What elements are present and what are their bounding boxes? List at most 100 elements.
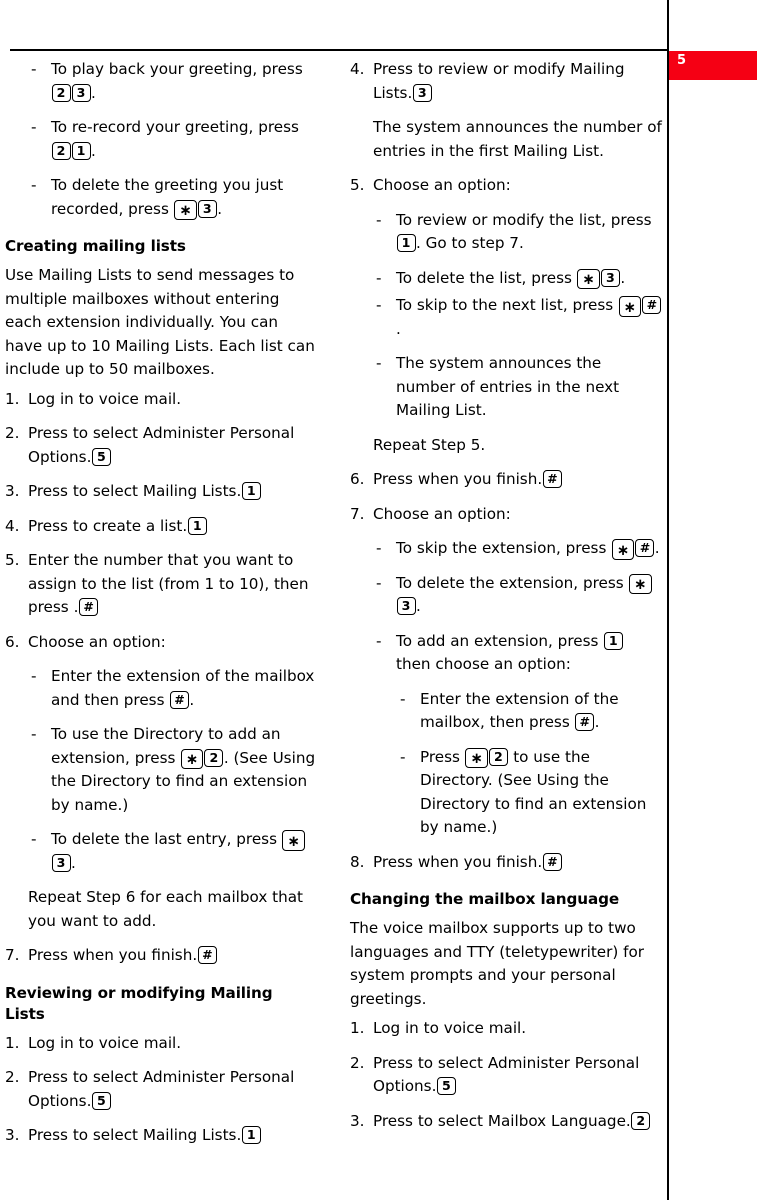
step-continuation-system-announces-first: The system announces the number of entri… [373,118,662,160]
text-run: To add an extension, press [396,631,604,650]
text-run: To skip the extension, [396,539,561,557]
numbered-step-review-step-1: 1. Log in to voice mail. [5,1032,317,1056]
text-run: press [572,296,619,314]
key-3-icon: 3 [412,83,432,102]
numbered-step-review-step-3: 3. Press to select Mailing Lists. 1 [5,1124,317,1148]
key-star-icon: ∗ [174,199,197,220]
key-star-icon: ∗ [629,573,652,594]
numbered-step-create-step-7: 7. Press when you finish. # [5,944,317,968]
text-run: press [582,573,629,592]
paragraph-mailbox-language-intro: The voice mailbox supports up to two lan… [350,919,645,1008]
text-run: when you finish. [72,946,198,964]
text-run: To use the Directory to add an [51,725,281,743]
bullet-item-enter-extension-mailbox: - Enter the extension of the mailbox and … [5,665,317,712]
step-number: 7. [350,504,365,523]
key-3-icon: 3 [51,853,71,872]
page-number: 5 [677,53,687,68]
numbered-step-create-step-3: 3. Press to select Mailing Lists. 1 [5,480,317,504]
text-run: Press [28,516,73,535]
numbered-step-review-step-6: 6. Press when you finish. # [350,468,662,492]
numbered-step-create-step-6: 6. Choose an option: [5,631,317,655]
key-pound-icon: # [542,852,562,871]
key-pound-icon: # [78,598,98,616]
text-run: to select Mailing Lists. [72,482,242,500]
text-run: To skip to the next list, [396,296,568,314]
text-run: press [262,60,303,78]
text-run: . [91,83,96,102]
key-2-icon: 2 [488,747,508,766]
key-1-icon: 1 [396,234,416,252]
step-number: 2. [5,1068,20,1086]
numbered-step-review-step-8: 8. Press when you finish. # [350,851,662,875]
numbered-step-review-step-2: 2. Press to select Administer Personal Op… [5,1066,317,1113]
bullet-item-review-or-modify-list: - To review or modify the list, press 1. … [350,209,662,256]
text-run: To review or modify the list, [396,210,606,229]
key-pound-icon: # [169,690,189,709]
key-star-icon: ∗ [577,268,600,289]
text-run: Enter the number that you want to assign… [28,551,309,616]
bullet-item-delete-last-entry: - To delete the last entry, press ∗ 3. [5,828,317,875]
text-run: to select Mailbox Language. [417,1111,631,1130]
key-2-icon: 2 [51,141,71,160]
numbered-step-review-step-7: 7. Choose an option: [350,503,662,527]
key-pound-icon: # [575,713,595,731]
text-run: mailbox, then press [420,713,575,731]
text-run: Press [28,482,73,500]
dash-bullet-icon: - [31,118,37,136]
key-pound-icon: # [642,296,662,314]
dash-bullet-icon: - [31,667,37,685]
key-3-icon: 3 [600,268,620,287]
text-run: Log in to voice mail. [373,1019,527,1037]
step-number: 6. [5,632,20,651]
text-run: . [620,268,626,287]
key-5-icon: 5 [436,1077,456,1095]
step-continuation-repeat-step-5: Repeat Step 5. [373,435,486,454]
dash-bullet-icon: - [400,689,406,708]
text-run: To delete the greeting you just [51,176,284,194]
step-continuation-repeat-step-6: Repeat Step 6 for each mailbox that you … [28,888,304,930]
bullet-item-skip-the-extension: - To skip the extension, press ∗ #. [350,537,662,561]
step-number: 8. [350,852,365,871]
text-run: . [654,539,660,557]
step-number: 4. [5,516,20,535]
text-run: To play back your greeting, [51,60,258,78]
step-number: 1. [5,389,20,408]
left-text-column: - To play back your greeting, press 23.-T… [5,58,317,1159]
step-number: 2. [350,1053,365,1072]
text-run: Press [373,60,418,78]
numbered-step-review-step-4: 4. Press to review or modify Mailing List… [350,58,662,105]
key-3-icon: 3 [197,199,217,218]
key-3-icon: 3 [396,597,416,615]
text-run: press [258,118,299,136]
dash-bullet-icon: - [376,539,382,557]
text-run: when you finish. [417,852,543,871]
key-star-icon: ∗ [618,296,642,317]
dash-bullet-icon: - [376,210,382,229]
text-run: Log in to voice mail. [28,1033,182,1052]
key-5-icon: 5 [91,1091,111,1110]
section-heading-creating-mailing-lists: Creating mailing lists [5,237,186,255]
text-run: Press [28,1126,73,1144]
text-run: . [73,598,79,616]
text-run: Press [373,1053,418,1072]
key-star-icon: ∗ [282,830,305,851]
column-divider-rule [667,0,669,1200]
step-number: 3. [5,1126,20,1144]
text-run: . [217,199,223,218]
dash-bullet-icon: - [376,354,382,372]
key-1-icon: 1 [187,516,207,535]
step-number: 5. [350,176,365,194]
text-run: The system announces the number of entri… [396,354,620,419]
bullet-item-enter-extension-then-hash: - Enter the extension of the mailbox, the… [350,688,662,735]
bullet-item-play-back-greeting: - To play back your greeting, press 23. [5,58,317,105]
right-text-column: 4. Press to review or modify Mailing List… [350,58,662,1144]
key-2-icon: 2 [51,83,71,102]
key-star-icon: ∗ [180,748,204,769]
bullet-item-delete-the-extension: - To delete the extension, press ∗ 3. [350,572,662,619]
numbered-step-language-step-1: 1. Log in to voice mail. [350,1017,662,1041]
key-3-icon: 3 [71,83,91,102]
key-pound-icon: # [542,470,562,488]
text-run: Press [373,470,418,488]
bullet-item-delete-the-list: - To delete the list, press ∗ 3. [350,267,662,291]
text-run: . [91,141,96,160]
